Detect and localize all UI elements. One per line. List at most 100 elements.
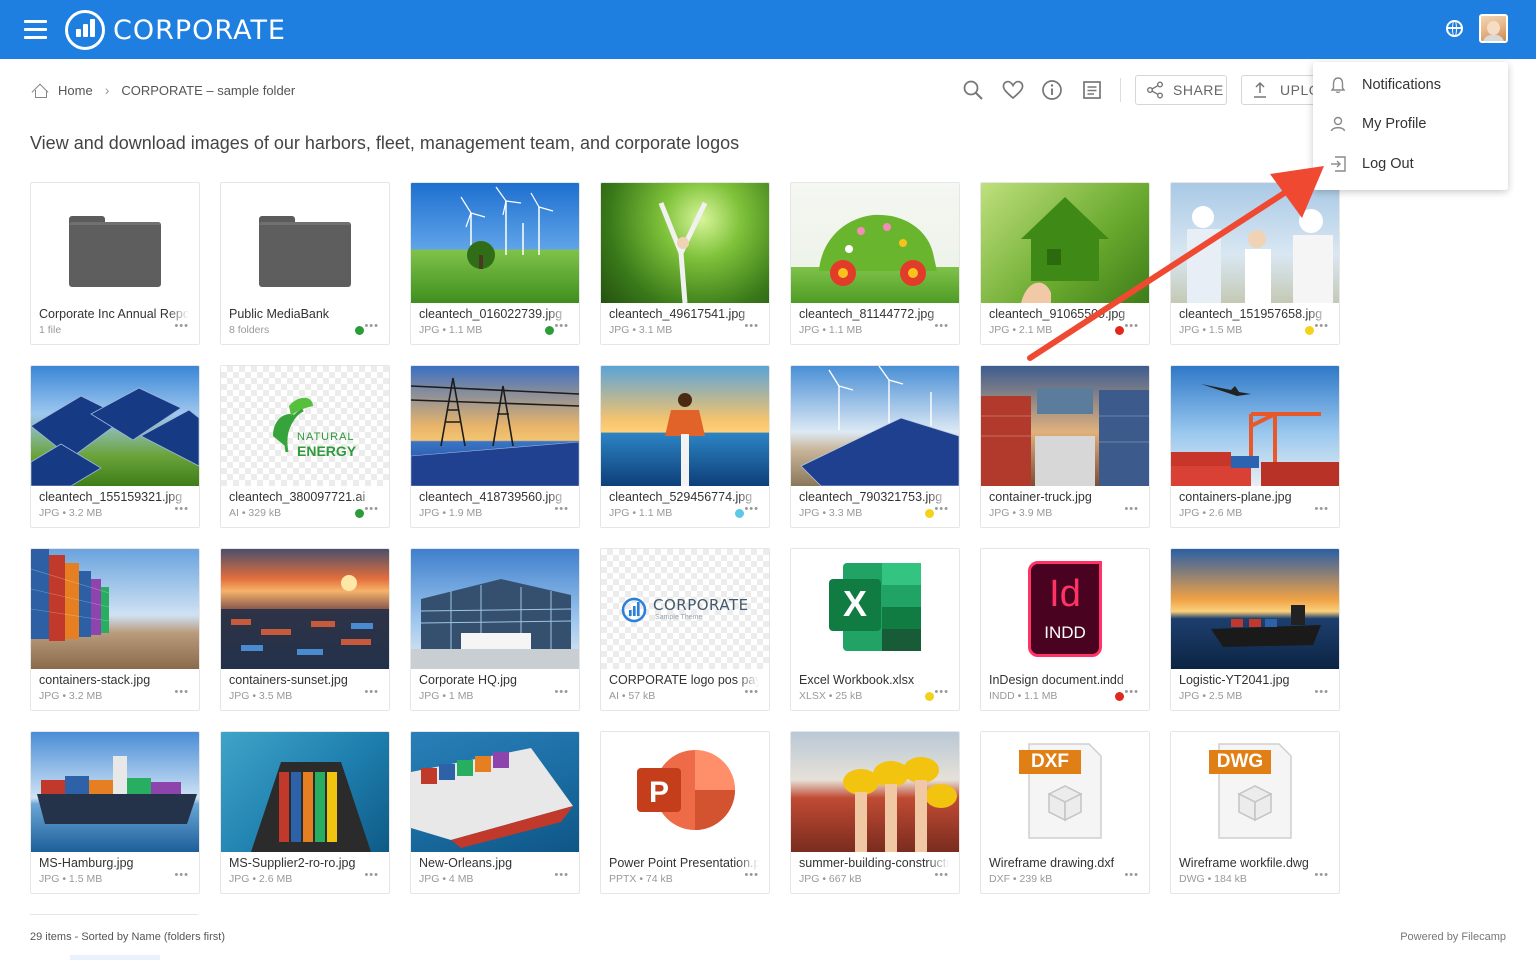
more-options-icon[interactable]: ••• <box>744 503 759 515</box>
item-name[interactable]: cleantech_155159321.jpg <box>39 490 189 504</box>
file-tile[interactable]: MS-Supplier2-ro-ro.jpg JPG • 2.6 MB ••• <box>220 731 390 894</box>
folder-icon[interactable] <box>221 183 389 303</box>
menu-item-log-out[interactable]: Log Out <box>1313 145 1508 183</box>
thumbnail-image[interactable] <box>411 732 579 852</box>
thumbnail-image[interactable] <box>221 549 389 669</box>
more-options-icon[interactable]: ••• <box>554 686 569 698</box>
info-icon[interactable] <box>1041 79 1063 101</box>
item-name[interactable]: InDesign document.indd <box>989 673 1139 687</box>
file-tile[interactable]: cleantech_81144772.jpg JPG • 1.1 MB ••• <box>790 182 960 345</box>
more-options-icon[interactable]: ••• <box>1124 320 1139 332</box>
item-name[interactable]: cleantech_380097721.ai <box>229 490 379 504</box>
upload-button[interactable]: UPLOAD <box>1241 75 1321 105</box>
file-tile[interactable]: New-Orleans.jpg JPG • 4 MB ••• <box>410 731 580 894</box>
more-options-icon[interactable]: ••• <box>1314 320 1329 332</box>
file-tile[interactable]: P Power Point Presentation.pptx PPTX • 74 … <box>600 731 770 894</box>
thumbnail-image[interactable] <box>31 549 199 669</box>
item-name[interactable]: cleantech_790321753.jpg <box>799 490 949 504</box>
thumbnail-image[interactable] <box>1171 183 1339 303</box>
file-tile[interactable]: cleantech_418739560.jpg JPG • 1.9 MB ••• <box>410 365 580 528</box>
powered-by[interactable]: Powered by Filecamp <box>1400 931 1506 943</box>
more-options-icon[interactable]: ••• <box>934 869 949 881</box>
item-name[interactable]: New-Orleans.jpg <box>419 856 569 870</box>
item-name[interactable]: Excel Workbook.xlsx <box>799 673 949 687</box>
file-tile[interactable]: cleantech_016022739.jpg JPG • 1.1 MB ••• <box>410 182 580 345</box>
thumbnail-image[interactable] <box>31 366 199 486</box>
file-tile[interactable]: cleantech_49617541.jpg JPG • 3.1 MB ••• <box>600 182 770 345</box>
file-tile[interactable]: containers-sunset.jpg JPG • 3.5 MB ••• <box>220 548 390 711</box>
folder-icon[interactable] <box>31 183 199 303</box>
thumbnail-image[interactable]: NATURAL ENERGY <box>221 366 389 486</box>
brand-logo[interactable]: CORPORATE <box>65 9 286 51</box>
thumbnail-image[interactable]: Id INDD <box>981 549 1149 669</box>
home-icon[interactable] <box>32 83 48 98</box>
item-name[interactable]: Public MediaBank <box>229 307 379 321</box>
more-options-icon[interactable]: ••• <box>554 869 569 881</box>
more-options-icon[interactable]: ••• <box>744 869 759 881</box>
item-name[interactable]: Wireframe workfile.dwg <box>1179 856 1329 870</box>
thumbnail-image[interactable] <box>411 366 579 486</box>
more-options-icon[interactable]: ••• <box>174 869 189 881</box>
more-options-icon[interactable]: ••• <box>364 320 379 332</box>
item-name[interactable]: cleantech_49617541.jpg <box>609 307 759 321</box>
breadcrumb-home[interactable]: Home <box>58 83 93 98</box>
notes-icon[interactable] <box>1081 79 1103 101</box>
thumbnail-image[interactable]: DXF <box>981 732 1149 852</box>
more-options-icon[interactable]: ••• <box>744 320 759 332</box>
file-tile[interactable]: cleantech_790321753.jpg JPG • 3.3 MB ••• <box>790 365 960 528</box>
file-tile[interactable]: summer-building-construction.jpg JPG • 66… <box>790 731 960 894</box>
more-options-icon[interactable]: ••• <box>174 320 189 332</box>
thumbnail-image[interactable]: DWG <box>1171 732 1339 852</box>
folder-tile[interactable]: Corporate Inc Annual Report 1 file ••• <box>30 182 200 345</box>
more-options-icon[interactable]: ••• <box>364 869 379 881</box>
more-options-icon[interactable]: ••• <box>554 320 569 332</box>
item-name[interactable]: MS-Hamburg.jpg <box>39 856 189 870</box>
item-name[interactable]: Corporate Inc Annual Report <box>39 307 189 321</box>
thumbnail-image[interactable] <box>791 183 959 303</box>
thumbnail-image[interactable] <box>411 183 579 303</box>
file-tile[interactable]: cleantech_529456774.jpg JPG • 1.1 MB ••• <box>600 365 770 528</box>
heart-icon[interactable] <box>1002 79 1024 101</box>
more-options-icon[interactable]: ••• <box>1314 869 1329 881</box>
file-tile[interactable]: Id INDD InDesign document.indd INDD • 1.1 M… <box>980 548 1150 711</box>
thumbnail-image[interactable] <box>601 366 769 486</box>
thumbnail-image[interactable] <box>981 366 1149 486</box>
folder-tile[interactable]: Public MediaBank 8 folders ••• <box>220 182 390 345</box>
thumbnail-image[interactable] <box>791 366 959 486</box>
thumbnail-image[interactable] <box>1171 366 1339 486</box>
more-options-icon[interactable]: ••• <box>1124 686 1139 698</box>
more-options-icon[interactable]: ••• <box>364 503 379 515</box>
item-name[interactable]: containers-sunset.jpg <box>229 673 379 687</box>
menu-item-notifications[interactable]: Notifications <box>1313 66 1508 104</box>
more-options-icon[interactable]: ••• <box>1314 503 1329 515</box>
item-name[interactable]: Power Point Presentation.pptx <box>609 856 759 870</box>
more-options-icon[interactable]: ••• <box>174 686 189 698</box>
item-name[interactable]: cleantech_418739560.jpg <box>419 490 569 504</box>
item-name[interactable]: containers-plane.jpg <box>1179 490 1329 504</box>
file-tile[interactable]: Logistic-YT2041.jpg JPG • 2.5 MB ••• <box>1170 548 1340 711</box>
item-name[interactable]: container-truck.jpg <box>989 490 1139 504</box>
file-tile[interactable]: CORPORATE Sample Theme CORPORATE logo pos … <box>600 548 770 711</box>
file-tile[interactable]: MS-Hamburg.jpg JPG • 1.5 MB ••• <box>30 731 200 894</box>
file-tile[interactable]: cleantech_155159321.jpg JPG • 3.2 MB ••• <box>30 365 200 528</box>
item-name[interactable]: cleantech_529456774.jpg <box>609 490 759 504</box>
thumbnail-image[interactable]: X <box>791 549 959 669</box>
file-tile[interactable]: container-truck.jpg JPG • 3.9 MB ••• <box>980 365 1150 528</box>
item-name[interactable]: cleantech_91065509.jpg <box>989 307 1139 321</box>
file-tile[interactable]: cleantech_91065509.jpg JPG • 2.1 MB ••• <box>980 182 1150 345</box>
share-button[interactable]: SHARE <box>1135 75 1227 105</box>
item-name[interactable]: cleantech_81144772.jpg <box>799 307 949 321</box>
thumbnail-image[interactable] <box>411 549 579 669</box>
item-name[interactable]: containers-stack.jpg <box>39 673 189 687</box>
thumbnail-image[interactable]: P <box>601 732 769 852</box>
user-avatar[interactable] <box>1479 14 1508 43</box>
item-name[interactable]: cleantech_151957658.jpg <box>1179 307 1329 321</box>
item-name[interactable]: MS-Supplier2-ro-ro.jpg <box>229 856 379 870</box>
item-name[interactable]: Wireframe drawing.dxf <box>989 856 1139 870</box>
more-options-icon[interactable]: ••• <box>934 320 949 332</box>
more-options-icon[interactable]: ••• <box>934 686 949 698</box>
menu-item-my-profile[interactable]: My Profile <box>1313 105 1508 143</box>
item-name[interactable]: CORPORATE logo pos payoff <box>609 673 759 687</box>
search-icon[interactable] <box>962 79 984 101</box>
thumbnail-image[interactable] <box>221 732 389 852</box>
